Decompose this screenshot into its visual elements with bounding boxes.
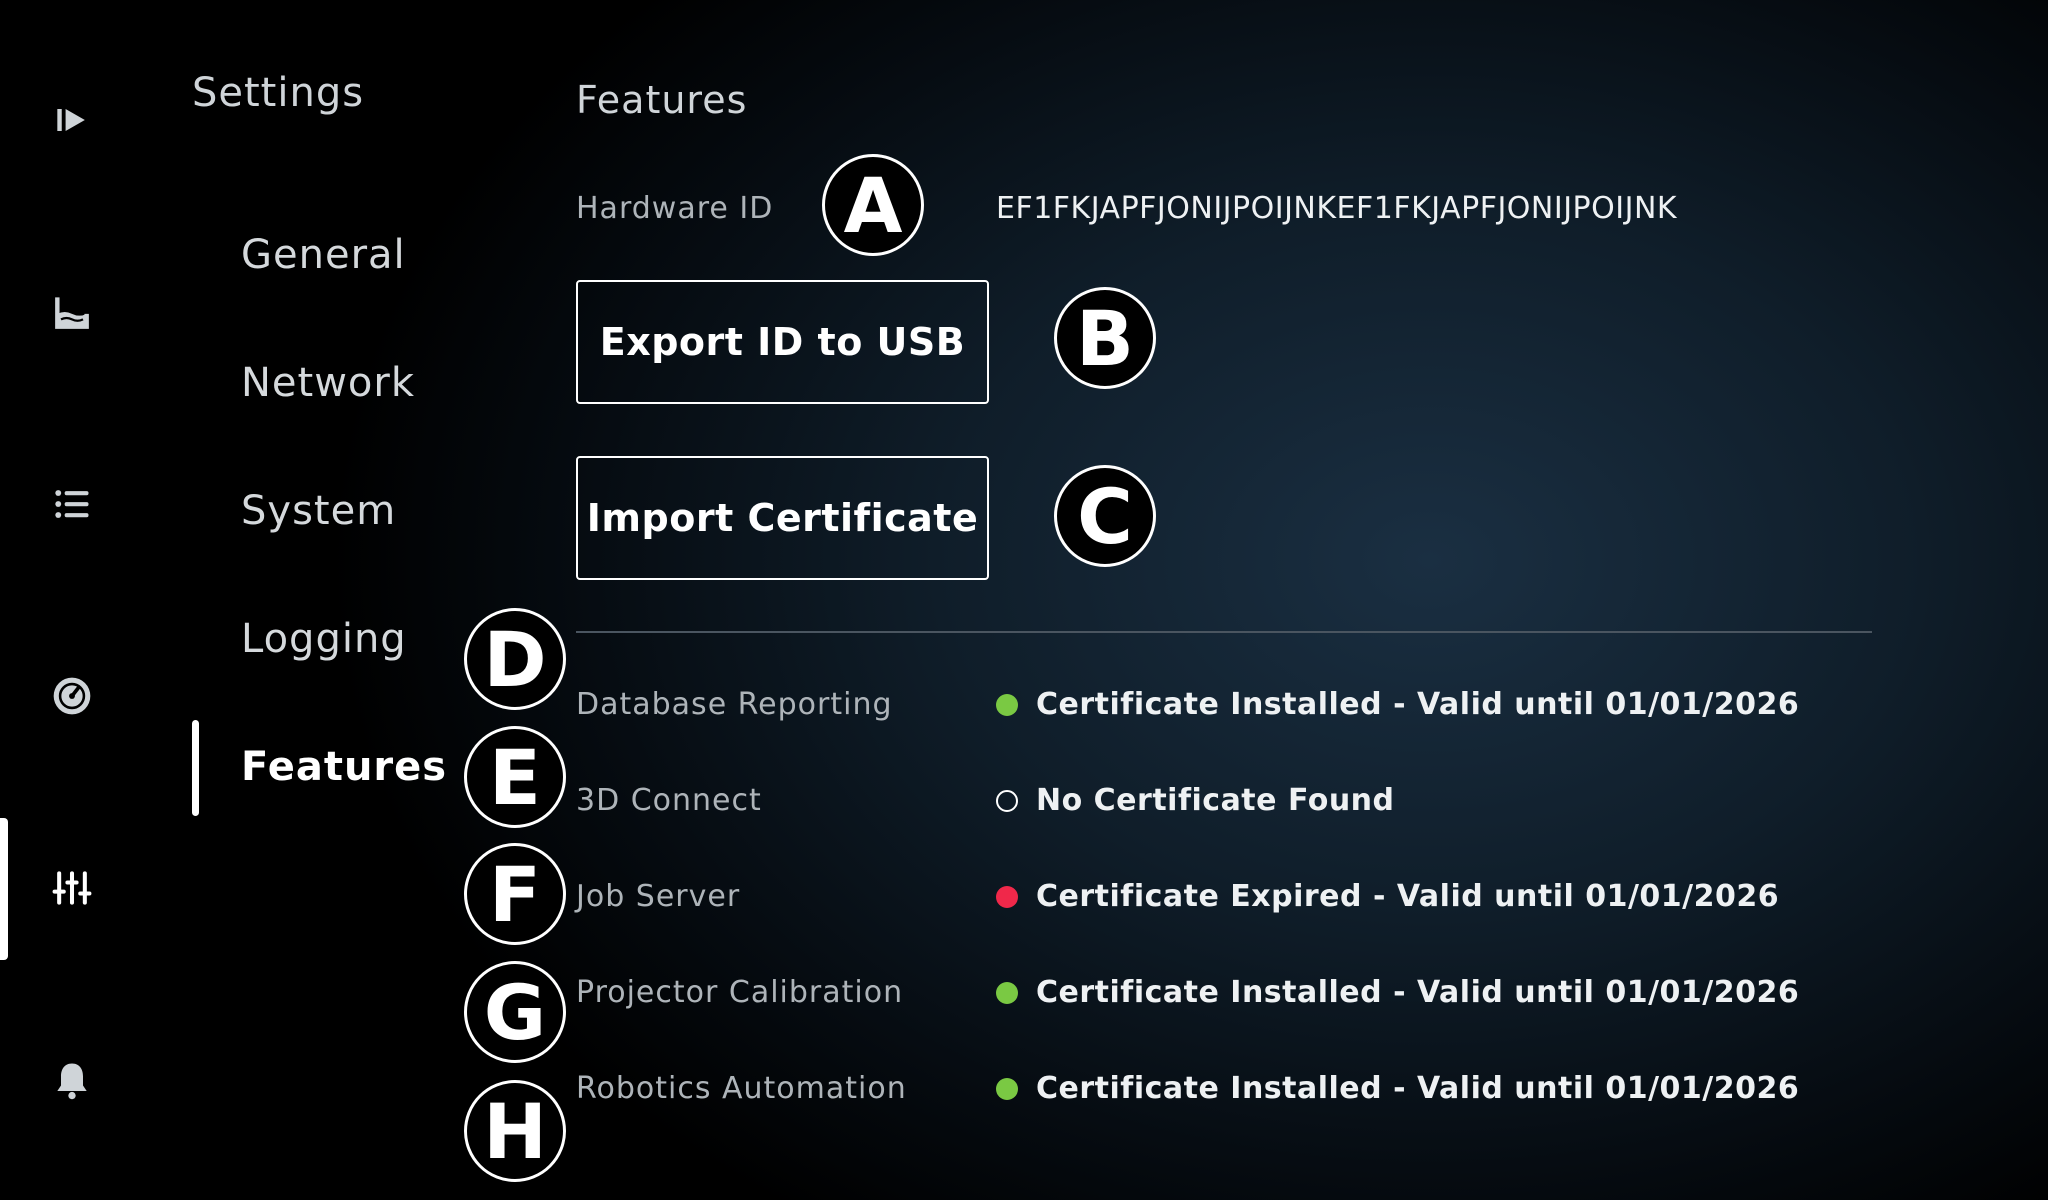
nav-active-indicator bbox=[192, 720, 199, 816]
feature-name: Projector Calibration bbox=[576, 975, 904, 1010]
tank-icon[interactable] bbox=[48, 288, 96, 336]
nav-item-features[interactable]: Features bbox=[241, 744, 447, 790]
sliders-icon[interactable] bbox=[48, 864, 96, 912]
status-text: Certificate Installed - Valid until 01/0… bbox=[1036, 687, 1800, 722]
status-dot-installed bbox=[996, 694, 1018, 716]
feature-name: Robotics Automation bbox=[576, 1071, 907, 1106]
feature-name: Database Reporting bbox=[576, 687, 893, 722]
marker-d: D bbox=[464, 608, 566, 710]
page-title: Features bbox=[576, 78, 748, 122]
play-icon[interactable] bbox=[48, 96, 96, 144]
status-text: Certificate Expired - Valid until 01/01/… bbox=[1036, 879, 1780, 914]
rail-active-indicator bbox=[0, 818, 8, 960]
nav-item-logging[interactable]: Logging bbox=[241, 616, 407, 662]
marker-c: C bbox=[1054, 465, 1156, 567]
list-icon[interactable] bbox=[48, 480, 96, 528]
settings-title: Settings bbox=[192, 70, 365, 116]
status-dot-installed bbox=[996, 982, 1018, 1004]
status-text: No Certificate Found bbox=[1036, 783, 1395, 818]
status-dot-none bbox=[996, 790, 1018, 812]
export-id-button[interactable]: Export ID to USB bbox=[576, 280, 989, 404]
hardware-id-label: Hardware ID bbox=[576, 191, 774, 226]
feature-name: 3D Connect bbox=[576, 783, 762, 818]
marker-f: F bbox=[464, 843, 566, 945]
marker-e: E bbox=[464, 726, 566, 828]
marker-g: G bbox=[464, 961, 566, 1063]
status-dot-expired bbox=[996, 886, 1018, 908]
status-text: Certificate Installed - Valid until 01/0… bbox=[1036, 975, 1800, 1010]
bell-icon[interactable] bbox=[48, 1056, 96, 1104]
gauge-icon[interactable] bbox=[48, 672, 96, 720]
hardware-id-value: EF1FKJAPFJONIJPOIJNKEF1FKJAPFJONIJPOIJNK bbox=[996, 191, 1678, 226]
divider bbox=[576, 631, 1872, 633]
nav-item-system[interactable]: System bbox=[241, 488, 396, 534]
import-certificate-button[interactable]: Import Certificate bbox=[576, 456, 989, 580]
marker-a: A bbox=[822, 154, 924, 256]
marker-h: H bbox=[464, 1080, 566, 1182]
marker-b: B bbox=[1054, 287, 1156, 389]
icon-rail bbox=[0, 0, 145, 1200]
feature-name: Job Server bbox=[576, 879, 741, 914]
nav-item-general[interactable]: General bbox=[241, 232, 406, 278]
nav-item-network[interactable]: Network bbox=[241, 360, 415, 406]
status-dot-installed bbox=[996, 1078, 1018, 1100]
status-text: Certificate Installed - Valid until 01/0… bbox=[1036, 1071, 1800, 1106]
